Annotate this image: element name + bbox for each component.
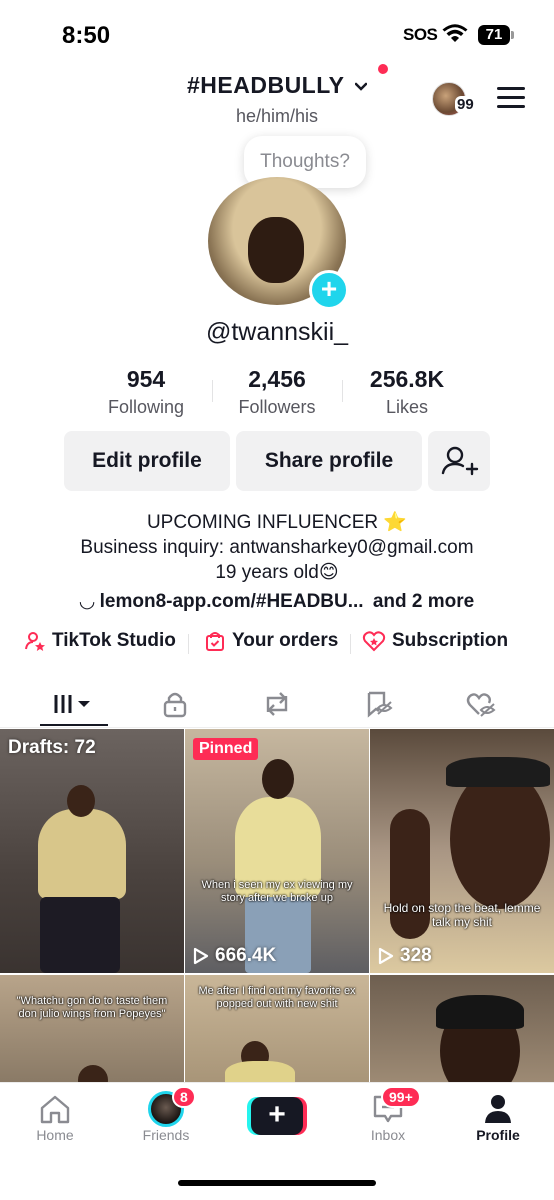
followers-label: Followers xyxy=(238,397,316,417)
notification-dot xyxy=(378,64,388,74)
video-caption: Hold on stop the beat, lemme talk my shi… xyxy=(383,901,541,929)
repost-icon xyxy=(266,692,288,716)
create-button[interactable]: + xyxy=(247,1097,307,1135)
content-tabs xyxy=(0,682,554,728)
play-icon xyxy=(378,947,394,965)
battery-icon: 71 xyxy=(478,25,514,45)
video-tile[interactable]: Me after I find out my favorite ex poppe… xyxy=(185,975,369,1082)
wifi-icon xyxy=(442,24,468,42)
divider xyxy=(188,634,189,654)
followers-stat[interactable]: 2,456 Followers xyxy=(227,366,327,418)
home-icon xyxy=(40,1095,70,1124)
bookmark-hidden-icon xyxy=(367,691,393,718)
account-name: #HEADBULLY xyxy=(187,72,345,98)
view-count: 666.4K xyxy=(193,945,276,967)
grid-icon xyxy=(54,695,90,713)
subscription-link[interactable]: Subscription xyxy=(362,630,508,652)
status-bar: 8:50 SOS 71 xyxy=(0,0,554,70)
friends-badge: 8 xyxy=(172,1086,196,1108)
nav-home[interactable]: Home xyxy=(10,1091,100,1143)
likes-count: 256.8K xyxy=(369,366,445,392)
creator-tools: TikTok Studio Your orders Subscription xyxy=(24,630,530,656)
bio-link[interactable]: ◡ lemon8-app.com/#HEADBU... and 2 more xyxy=(0,590,554,613)
view-count: 328 xyxy=(378,945,432,967)
profile-handle: @twannskii_ xyxy=(205,318,349,346)
battery-level: 71 xyxy=(478,25,510,45)
nav-home-label: Home xyxy=(36,1127,74,1143)
active-tab-indicator xyxy=(40,724,108,726)
pinned-badge: Pinned xyxy=(193,738,259,760)
drafts-count: Drafts: 72 xyxy=(8,737,96,758)
link-icon: ◡ xyxy=(79,591,100,612)
likes-label: Likes xyxy=(385,397,429,417)
tiktok-studio-label: TikTok Studio xyxy=(52,630,176,651)
tab-videos[interactable] xyxy=(39,682,109,726)
tab-liked[interactable] xyxy=(446,682,516,726)
your-orders-label: Your orders xyxy=(232,630,339,651)
drafts-tile[interactable]: Drafts: 72 xyxy=(0,729,184,973)
divider xyxy=(342,380,343,402)
video-caption: Me after I find out my favorite ex poppe… xyxy=(198,985,356,1010)
video-tile[interactable]: "Whatchu gon do to taste them don julio … xyxy=(0,975,184,1082)
subscription-icon xyxy=(362,631,386,652)
tab-favorites[interactable] xyxy=(344,682,414,726)
bio-line: 19 years old😊 xyxy=(215,562,339,583)
video-tile[interactable]: Pinned When i seen my ex viewing my stor… xyxy=(185,729,369,973)
tab-reposts[interactable] xyxy=(242,682,312,726)
divider xyxy=(212,380,213,402)
nav-friends-label: Friends xyxy=(142,1127,190,1143)
lock-icon xyxy=(163,692,187,718)
inbox-badge: 99+ xyxy=(381,1086,421,1108)
orders-icon xyxy=(206,632,224,651)
view-count-value: 666.4K xyxy=(215,945,277,966)
following-label: Following xyxy=(107,397,185,417)
divider xyxy=(350,634,351,654)
tab-private[interactable] xyxy=(140,682,210,726)
bio-link-more: and 2 more xyxy=(372,591,475,612)
subscription-label: Subscription xyxy=(392,630,509,651)
following-stat[interactable]: 954 Following xyxy=(96,366,196,418)
video-tile[interactable] xyxy=(370,975,554,1082)
bio: UPCOMING INFLUENCER ⭐ Business inquiry: … xyxy=(0,510,554,585)
menu-icon[interactable] xyxy=(497,87,525,109)
plus-icon: + xyxy=(251,1097,303,1135)
your-orders-link[interactable]: Your orders xyxy=(204,630,338,652)
edit-profile-button[interactable]: Edit profile xyxy=(64,431,230,491)
nav-inbox-label: Inbox xyxy=(370,1127,406,1143)
nav-friends[interactable]: Friends xyxy=(121,1091,211,1143)
clock: 8:50 xyxy=(62,22,111,49)
add-person-icon xyxy=(441,446,479,476)
view-count-value: 328 xyxy=(400,945,432,966)
bio-link-url: lemon8-app.com/#HEADBU... xyxy=(99,591,364,612)
add-friend-button[interactable] xyxy=(428,431,490,491)
profile-icon xyxy=(485,1095,511,1123)
chevron-down-icon xyxy=(355,82,367,91)
following-count: 954 xyxy=(126,366,166,392)
bio-line: UPCOMING INFLUENCER ⭐ xyxy=(146,512,408,533)
video-caption: When i seen my ex viewing my story after… xyxy=(201,879,353,904)
sos-indicator: SOS xyxy=(403,25,438,44)
followers-count: 2,456 xyxy=(248,366,306,392)
bio-line: Business inquiry: antwansharkey0@gmail.c… xyxy=(80,537,474,558)
heart-hidden-icon xyxy=(466,693,496,717)
studio-icon xyxy=(25,632,45,651)
home-indicator xyxy=(178,1180,376,1186)
nav-profile-label: Profile xyxy=(476,1127,520,1143)
story-count: 99 xyxy=(455,96,476,113)
account-switcher[interactable]: #HEADBULLY xyxy=(0,72,554,99)
nav-profile[interactable]: Profile xyxy=(453,1091,543,1143)
video-tile[interactable]: Hold on stop the beat, lemme talk my shi… xyxy=(370,729,554,973)
likes-stat[interactable]: 256.8K Likes xyxy=(357,366,457,418)
play-icon xyxy=(193,947,209,965)
add-story-button[interactable]: + xyxy=(309,270,349,310)
tiktok-studio-link[interactable]: TikTok Studio xyxy=(24,630,176,652)
share-profile-button[interactable]: Share profile xyxy=(236,431,422,491)
video-caption: "Whatchu gon do to taste them don julio … xyxy=(16,995,168,1020)
